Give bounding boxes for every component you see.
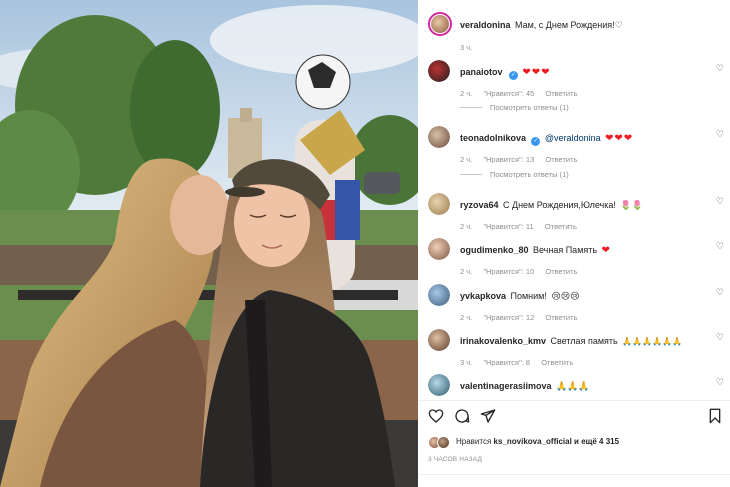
comment-likes[interactable]: "Нравится": 10	[483, 267, 534, 276]
reply-button[interactable]: Ответить	[545, 267, 577, 276]
comment-emoji: ❤❤❤	[522, 67, 551, 78]
comment-emoji: 🙏🙏🙏	[556, 381, 590, 391]
comment-text: Вечная Память	[532, 245, 598, 255]
comment-time: 2 ч.	[460, 313, 473, 322]
comment-username[interactable]: valentinagerasiimova	[460, 381, 552, 391]
comment-username[interactable]: ryzova64	[460, 200, 499, 210]
comments-panel: veraldonina Мам, с Днем Рождения!♡ 3 ч. …	[418, 0, 730, 487]
comment-avatar[interactable]	[428, 374, 450, 396]
comment-emoji: 😢😢😢	[551, 291, 580, 301]
comment-username[interactable]: irinakovalenko_kmv	[460, 336, 546, 346]
comment-emoji: 🌷🌷	[620, 200, 643, 210]
comment-like-heart-icon[interactable]: ♡	[716, 196, 724, 207]
comment-likes[interactable]: "Нравится": 12	[483, 313, 534, 322]
heart-icon[interactable]	[428, 408, 444, 424]
comment-username[interactable]: ogudimenko_80	[460, 245, 529, 255]
reply-button[interactable]: Ответить	[545, 222, 577, 231]
author-avatar[interactable]	[428, 12, 452, 36]
comment-avatar[interactable]	[428, 193, 450, 215]
comment-text: Светлая память	[550, 336, 618, 346]
send-icon[interactable]	[480, 408, 496, 424]
view-replies-button[interactable]: Посмотреть ответы (1)	[460, 103, 569, 112]
comment-like-heart-icon[interactable]: ♡	[716, 287, 724, 298]
view-replies-label: Посмотреть ответы (1)	[490, 170, 569, 179]
comment-time: 3 ч.	[460, 358, 473, 367]
replies-line	[460, 174, 482, 175]
comment-username[interactable]: teonadolnikova	[460, 133, 526, 143]
comment-emoji: ❤❤❤	[605, 133, 634, 144]
comment-like-heart-icon[interactable]: ♡	[716, 63, 724, 74]
comment-like-heart-icon[interactable]: ♡	[716, 129, 724, 140]
comment-icon[interactable]	[454, 408, 470, 424]
comment-input-divider	[418, 474, 730, 475]
liker-avatar	[437, 436, 450, 449]
bookmark-icon[interactable]	[708, 408, 722, 424]
view-replies-label: Посмотреть ответы (1)	[490, 103, 569, 112]
comment-avatar[interactable]	[428, 60, 450, 82]
comment-like-heart-icon[interactable]: ♡	[716, 377, 724, 388]
view-replies-button[interactable]: Посмотреть ответы (1)	[460, 170, 569, 179]
caption-time: 3 ч.	[460, 43, 473, 52]
comment-avatar[interactable]	[428, 126, 450, 148]
comment-username[interactable]: yvkapkova	[460, 291, 506, 301]
reply-button[interactable]: Ответить	[545, 89, 577, 98]
actions-divider	[418, 400, 730, 401]
reply-button[interactable]: Ответить	[545, 313, 577, 322]
reply-button[interactable]: Ответить	[545, 155, 577, 164]
author-username[interactable]: veraldonina	[460, 20, 511, 30]
comment-likes[interactable]: "Нравится": 13	[483, 155, 534, 164]
post-actions-bar	[428, 408, 722, 428]
comment-username[interactable]: panaiotov	[460, 67, 503, 77]
replies-line	[460, 107, 482, 108]
post-time-ago: 3 ЧАСОВ НАЗАД	[428, 456, 483, 463]
comment-likes[interactable]: "Нравится": 11	[483, 222, 533, 231]
post-photo-image	[0, 0, 418, 487]
likes-user[interactable]: ks_novikova_official	[494, 437, 572, 446]
comment-likes[interactable]: "Нравится": 8	[483, 358, 530, 367]
caption-text: Мам, с Днем Рождения!♡	[514, 20, 623, 30]
comment-time: 2 ч.	[460, 267, 473, 276]
post-photo[interactable]	[0, 0, 418, 487]
comment-emoji: ❤	[601, 245, 611, 256]
comment-like-heart-icon[interactable]: ♡	[716, 241, 724, 252]
comment-like-heart-icon[interactable]: ♡	[716, 332, 724, 343]
comment-likes[interactable]: "Нравится": 45	[483, 89, 534, 98]
verified-badge-icon: ✓	[508, 71, 518, 80]
comments-list[interactable]: veraldonina Мам, с Днем Рождения!♡ 3 ч. …	[418, 0, 730, 400]
comment-avatar[interactable]	[428, 329, 450, 351]
reply-button[interactable]: Ответить	[541, 358, 573, 367]
comment-avatar[interactable]	[428, 238, 450, 260]
add-comment-row[interactable]	[418, 476, 730, 487]
comment-time: 2 ч.	[460, 155, 473, 164]
likes-suffix[interactable]: и ещё 4 315	[574, 437, 619, 446]
comment-text: Помним!	[510, 291, 547, 301]
comment-time: 2 ч.	[460, 222, 473, 231]
comment-avatar[interactable]	[428, 284, 450, 306]
likes-prefix: Нравится	[456, 437, 492, 446]
comment-emoji: 🙏🙏🙏🙏🙏🙏	[622, 337, 682, 346]
comment-mention[interactable]: @veraldonina	[545, 133, 601, 143]
verified-badge-icon: ✓	[531, 137, 541, 146]
comment-time: 2 ч.	[460, 89, 473, 98]
comment-text: С Днем Рождения,Юлечка!	[502, 200, 616, 210]
